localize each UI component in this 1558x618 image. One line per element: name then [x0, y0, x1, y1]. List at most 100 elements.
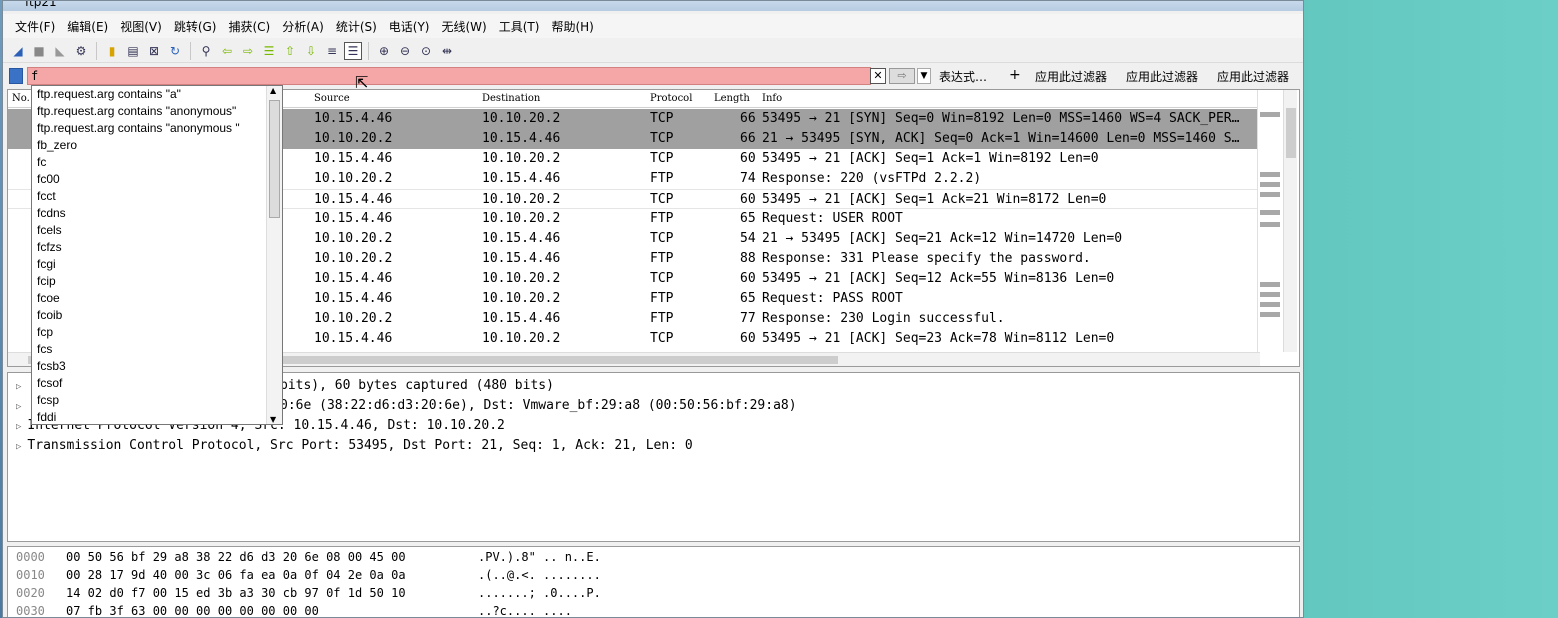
- last-icon[interactable]: ⇩: [302, 42, 320, 60]
- restart-icon[interactable]: ◣: [51, 42, 69, 60]
- add-filter-button[interactable]: +: [1009, 67, 1021, 83]
- packet-protocol: TCP: [650, 192, 674, 207]
- autocomplete-item[interactable]: ftp.request.arg contains "anonymous ": [32, 120, 282, 137]
- col-destination[interactable]: Destination: [482, 93, 540, 104]
- zoom-in-icon[interactable]: ⊕: [375, 42, 393, 60]
- find-icon[interactable]: ⚲: [197, 42, 215, 60]
- menu-file[interactable]: 文件(F): [9, 18, 61, 35]
- packet-list-vscrollbar[interactable]: [1283, 90, 1297, 352]
- scroll-down-icon[interactable]: ▼: [270, 415, 276, 424]
- menu-go[interactable]: 跳转(G): [168, 18, 223, 35]
- autocomplete-item[interactable]: fcsof: [32, 375, 282, 392]
- menu-tools[interactable]: 工具(T): [493, 18, 546, 35]
- autocomplete-item[interactable]: fc00: [32, 171, 282, 188]
- autocomplete-scrollbar[interactable]: ▲ ▼: [266, 86, 282, 424]
- bookmark-icon[interactable]: [9, 68, 23, 84]
- back-icon[interactable]: ⇦: [218, 42, 236, 60]
- autocomplete-item[interactable]: fcct: [32, 188, 282, 205]
- menu-capture[interactable]: 捕获(C): [222, 18, 276, 35]
- autocomplete-item[interactable]: fcfzs: [32, 239, 282, 256]
- reload-icon[interactable]: ↻: [166, 42, 184, 60]
- autocomplete-item[interactable]: fcip: [32, 273, 282, 290]
- clear-filter-icon[interactable]: ✕: [870, 68, 886, 84]
- expression-button[interactable]: 表达式…: [939, 68, 987, 85]
- col-no[interactable]: No.: [12, 93, 30, 104]
- expand-arrow-icon[interactable]: ▷: [16, 378, 27, 393]
- save-icon[interactable]: ▤: [124, 42, 142, 60]
- packet-protocol: TCP: [650, 131, 674, 146]
- options-icon[interactable]: ⚙: [72, 42, 90, 60]
- stop-icon[interactable]: ■: [30, 42, 48, 60]
- packet-bytes[interactable]: 0000 00 50 56 bf 29 a8 38 22 d6 d3 20 6e…: [7, 546, 1300, 617]
- packet-source: 10.15.4.46: [314, 331, 393, 346]
- packet-source: 10.15.4.46: [314, 271, 393, 286]
- col-source[interactable]: Source: [314, 93, 350, 104]
- packet-minimap[interactable]: [1257, 90, 1281, 352]
- zoom-out-icon[interactable]: ⊖: [396, 42, 414, 60]
- display-filter-input[interactable]: f: [27, 67, 871, 85]
- resize-columns-icon[interactable]: ⇹: [438, 42, 456, 60]
- col-length[interactable]: Length: [714, 93, 750, 104]
- filter-history-dropdown-icon[interactable]: ▼: [917, 68, 931, 84]
- apply-filter-arrow-icon[interactable]: ⇨: [889, 68, 915, 84]
- packet-length: 60: [740, 151, 756, 166]
- packet-source: 10.10.20.2: [314, 171, 393, 186]
- menu-view[interactable]: 视图(V): [114, 18, 168, 35]
- apply-filter-button-3[interactable]: 应用此过滤器: [1217, 68, 1289, 85]
- col-protocol[interactable]: Protocol: [650, 93, 692, 104]
- packet-length: 74: [740, 171, 756, 186]
- autocomplete-item[interactable]: fddi: [32, 409, 282, 424]
- menu-edit[interactable]: 编辑(E): [61, 18, 114, 35]
- detail-frame[interactable]: bits), 60 bytes captured (480 bits): [280, 378, 554, 393]
- autocomplete-item[interactable]: fc: [32, 154, 282, 171]
- packet-length: 60: [740, 331, 756, 346]
- filter-autocomplete-popup[interactable]: ftp.request.arg contains "a" ftp.request.…: [31, 85, 283, 425]
- open-icon[interactable]: ▮: [103, 42, 121, 60]
- autocomplete-item[interactable]: fcels: [32, 222, 282, 239]
- apply-filter-button-1[interactable]: 应用此过滤器: [1035, 68, 1107, 85]
- packet-protocol: FTP: [650, 211, 674, 226]
- packet-protocol: TCP: [650, 111, 674, 126]
- colorize-icon[interactable]: ☰: [344, 41, 362, 60]
- autocomplete-item[interactable]: fb_zero: [32, 137, 282, 154]
- goto-icon[interactable]: ☰: [260, 42, 278, 60]
- autocomplete-item[interactable]: fcdns: [32, 205, 282, 222]
- zoom-normal-icon[interactable]: ⊙: [417, 42, 435, 60]
- menu-statistics[interactable]: 统计(S): [330, 18, 383, 35]
- detail-tcp[interactable]: ▷ Transmission Control Protocol, Src Port…: [16, 438, 693, 453]
- packet-length: 66: [740, 131, 756, 146]
- menu-help[interactable]: 帮助(H): [545, 18, 599, 35]
- autocomplete-item[interactable]: fcgi: [32, 256, 282, 273]
- expand-arrow-icon[interactable]: ▷: [16, 422, 21, 432]
- expand-arrow-icon[interactable]: ▷: [16, 398, 27, 413]
- apply-filter-button-2[interactable]: 应用此过滤器: [1126, 68, 1198, 85]
- autocomplete-item[interactable]: fcp: [32, 324, 282, 341]
- scroll-up-icon[interactable]: ▲: [270, 86, 276, 95]
- forward-icon[interactable]: ⇨: [239, 42, 257, 60]
- packet-source: 10.15.4.46: [314, 192, 393, 207]
- menu-wireless[interactable]: 无线(W): [436, 18, 493, 35]
- close-file-icon[interactable]: ⊠: [145, 42, 163, 60]
- autocomplete-item[interactable]: fcoib: [32, 307, 282, 324]
- packet-destination: 10.10.20.2: [482, 271, 561, 286]
- detail-ethernet[interactable]: 0:6e (38:22:d6:d3:20:6e), Dst: Vmware_bf…: [280, 398, 797, 413]
- packet-destination: 10.10.20.2: [482, 192, 561, 207]
- autocomplete-item[interactable]: ftp.request.arg contains "a": [32, 86, 282, 103]
- autocomplete-item[interactable]: ftp.request.arg contains "anonymous": [32, 103, 282, 120]
- main-toolbar: ◢ ■ ◣ ⚙ ▮ ▤ ⊠ ↻ ⚲ ⇦ ⇨ ☰ ⇧ ⇩ ≡ ☰ ⊕ ⊖ ⊙ ⇹: [3, 39, 1303, 63]
- autocomplete-item[interactable]: fcs: [32, 341, 282, 358]
- autocomplete-item[interactable]: fcsb3: [32, 358, 282, 375]
- expand-arrow-icon[interactable]: ▷: [16, 442, 21, 452]
- menu-analyze[interactable]: 分析(A): [276, 18, 330, 35]
- autoscroll-icon[interactable]: ≡: [323, 42, 341, 60]
- packet-protocol: TCP: [650, 271, 674, 286]
- shark-fin-icon[interactable]: ◢: [9, 42, 27, 60]
- autocomplete-item[interactable]: fcoe: [32, 290, 282, 307]
- packet-source: 10.15.4.46: [314, 291, 393, 306]
- menu-telephony[interactable]: 电话(Y): [383, 18, 436, 35]
- packet-destination: 10.15.4.46: [482, 171, 561, 186]
- title-bar: ftp21: [3, 1, 1303, 11]
- autocomplete-item[interactable]: fcsp: [32, 392, 282, 409]
- col-info[interactable]: Info: [762, 93, 782, 104]
- first-icon[interactable]: ⇧: [281, 42, 299, 60]
